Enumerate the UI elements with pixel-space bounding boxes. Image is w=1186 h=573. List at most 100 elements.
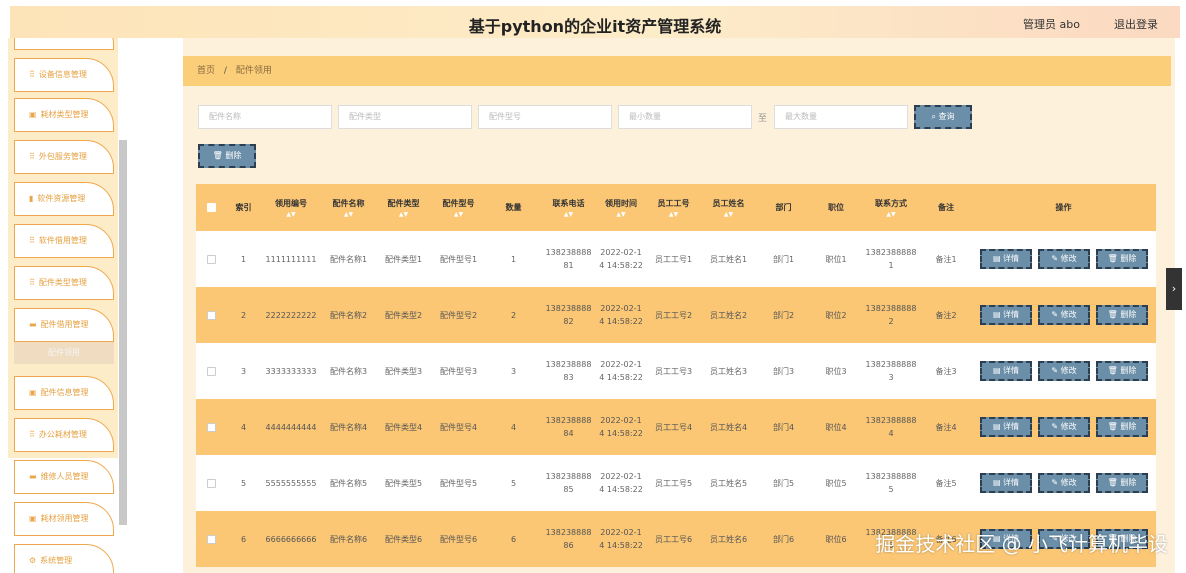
row-select-cell[interactable]	[196, 343, 226, 399]
detail-icon: ▤	[992, 422, 1004, 431]
search-icon: ⌕	[931, 112, 939, 121]
expand-panel-button[interactable]: ›	[1166, 268, 1182, 310]
detail-button[interactable]: ▤ 详情	[980, 305, 1032, 325]
sidebar-item-6[interactable]: ⠿ 配件类型管理	[14, 266, 114, 300]
sort-icon: ▲▼	[398, 210, 409, 218]
search-button[interactable]: ⌕ 查询	[914, 105, 972, 129]
sidebar-item-8[interactable]: ▣ 配件信息管理	[14, 376, 114, 410]
row-select-cell[interactable]	[196, 455, 226, 511]
sidebar-item-3[interactable]: ⠿ 外包服务管理	[14, 140, 114, 174]
detail-button[interactable]: ▤ 详情	[980, 417, 1032, 437]
row-checkbox[interactable]	[206, 534, 216, 544]
row-select-cell[interactable]	[196, 231, 226, 287]
header-phone[interactable]: 联系电话 ▲▼	[541, 184, 596, 231]
cell-part-model: 配件型号6	[439, 534, 478, 544]
cell-employee-name: 员工姓名2	[709, 310, 748, 320]
sidebar-item-10[interactable]: ▬ 维修人员管理	[14, 460, 114, 494]
row-checkbox[interactable]	[206, 310, 216, 320]
cell-phone: 13823888885	[545, 472, 592, 494]
cell-position: 职位2	[825, 310, 847, 320]
header-contact[interactable]: 联系方式 ▲▼	[861, 184, 921, 231]
delete-button[interactable]: 🗑 删除	[1096, 473, 1148, 493]
header-receipt-time[interactable]: 领用时间 ▲▼	[596, 184, 646, 231]
cell-quantity: 3	[510, 366, 517, 376]
sidebar-item-2[interactable]: ▣ 耗材类型管理	[14, 98, 114, 132]
part-model-input[interactable]: 配件型号	[478, 105, 612, 129]
header-part-type[interactable]: 配件类型 ▲▼	[376, 184, 431, 231]
cell-department: 部门5	[772, 478, 795, 488]
edit-button[interactable]: ✎ 修改	[1038, 417, 1090, 437]
sidebar-scrollbar[interactable]	[119, 140, 127, 525]
edit-button[interactable]: ✎ 修改	[1038, 361, 1090, 381]
sidebar-item-1[interactable]: ⠿ 设备信息管理	[14, 58, 114, 92]
delete-button[interactable]: 🗑 删除	[1096, 361, 1148, 381]
checkbox[interactable]	[206, 203, 216, 212]
cell-department: 部门6	[772, 534, 795, 544]
cell-position: 职位6	[825, 534, 847, 544]
cell-contact: 13823888881	[865, 248, 917, 270]
cell-quantity: 1	[510, 254, 517, 264]
cell-employee-id: 员工工号6	[654, 534, 693, 544]
row-checkbox[interactable]	[206, 478, 216, 488]
part-name-input[interactable]: 配件名称	[198, 105, 332, 129]
cell-part-type: 配件类型4	[384, 422, 423, 432]
detail-icon: ▤	[992, 478, 1004, 487]
submenu-item-active[interactable]: 配件领用	[14, 342, 114, 364]
detail-button[interactable]: ▤ 详情	[980, 249, 1032, 269]
delete-button[interactable]: 🗑 删除	[1096, 417, 1148, 437]
edit-icon: ✎	[1051, 478, 1061, 487]
detail-button[interactable]: ▤ 详情	[980, 361, 1032, 381]
sidebar-item-4[interactable]: ▮ 软件资源管理	[14, 182, 114, 216]
header-select-all[interactable]	[196, 184, 226, 231]
batch-delete-button[interactable]: 🗑 删除	[198, 144, 256, 168]
max-quantity-input[interactable]: 最大数量	[774, 105, 908, 129]
detail-button[interactable]: ▤ 详情	[980, 473, 1032, 493]
sidebar-item-12[interactable]: ⚙ 系统管理	[14, 544, 114, 573]
part-type-input[interactable]: 配件类型	[338, 105, 472, 129]
header-position[interactable]: 职位	[811, 184, 861, 231]
header-part-model[interactable]: 配件型号 ▲▼	[431, 184, 486, 231]
cell-part-name: 配件名称6	[329, 534, 368, 544]
header-quantity[interactable]: 数量	[486, 184, 541, 231]
sidebar-item-top[interactable]	[14, 38, 114, 50]
header-receipt-no[interactable]: 领用编号 ▲▼	[261, 184, 321, 231]
header-part-name[interactable]: 配件名称 ▲▼	[321, 184, 376, 231]
header-remark[interactable]: 备注	[921, 184, 971, 231]
breadcrumb-home[interactable]: 首页	[197, 66, 215, 76]
edit-button[interactable]: ✎ 修改	[1038, 473, 1090, 493]
sidebar-item-7[interactable]: ▬ 配件借用管理	[14, 308, 114, 342]
header-department[interactable]: 部门	[756, 184, 811, 231]
cell-phone: 13823888882	[545, 304, 592, 326]
edit-button[interactable]: ✎ 修改	[1038, 305, 1090, 325]
edit-button[interactable]: ✎ 修改	[1038, 249, 1090, 269]
min-quantity-input[interactable]: 最小数量	[618, 105, 752, 129]
delete-button[interactable]: 🗑 删除	[1096, 305, 1148, 325]
cell-remark: 备注1	[935, 254, 957, 264]
edit-icon: ✎	[1051, 254, 1061, 263]
row-select-cell[interactable]	[196, 399, 226, 455]
header-employee-name[interactable]: 员工姓名 ▲▼	[701, 184, 756, 231]
cell-index: 5	[240, 478, 247, 488]
sort-icon: ▲▼	[723, 210, 734, 218]
list-icon: ▬	[29, 320, 37, 329]
table-header-row: 索引 领用编号 ▲▼ 配件名称 ▲▼ 配件类型 ▲▼ 配件型号 ▲▼ 数量 联系电话 ▲▼…	[196, 184, 1156, 231]
grid-icon: ⠿	[29, 430, 35, 439]
sidebar-item-11[interactable]: ▣ 耗材领用管理	[14, 502, 114, 536]
cell-remark: 备注4	[935, 422, 957, 432]
box-icon: ▣	[29, 388, 37, 397]
row-select-cell[interactable]	[196, 511, 226, 567]
cell-quantity: 4	[510, 422, 517, 432]
sidebar-item-5[interactable]: ⠿ 软件借用管理	[14, 224, 114, 258]
row-checkbox[interactable]	[206, 366, 216, 376]
delete-button[interactable]: 🗑 删除	[1096, 249, 1148, 269]
row-checkbox[interactable]	[206, 422, 216, 432]
table-row: 5 5555555555 配件名称5 配件类型5 配件型号5 5 13823888885 20…	[196, 455, 1156, 511]
cell-contact: 13823888882	[865, 304, 917, 326]
header-employee-id[interactable]: 员工工号 ▲▼	[646, 184, 701, 231]
sidebar-item-9[interactable]: ⠿ 办公耗材管理	[14, 418, 114, 452]
logout-link[interactable]: 退出登录	[1114, 16, 1158, 32]
cell-part-model: 配件型号3	[439, 366, 478, 376]
delete-icon: 🗑	[1107, 310, 1121, 319]
row-select-cell[interactable]	[196, 287, 226, 343]
row-checkbox[interactable]	[206, 254, 216, 264]
